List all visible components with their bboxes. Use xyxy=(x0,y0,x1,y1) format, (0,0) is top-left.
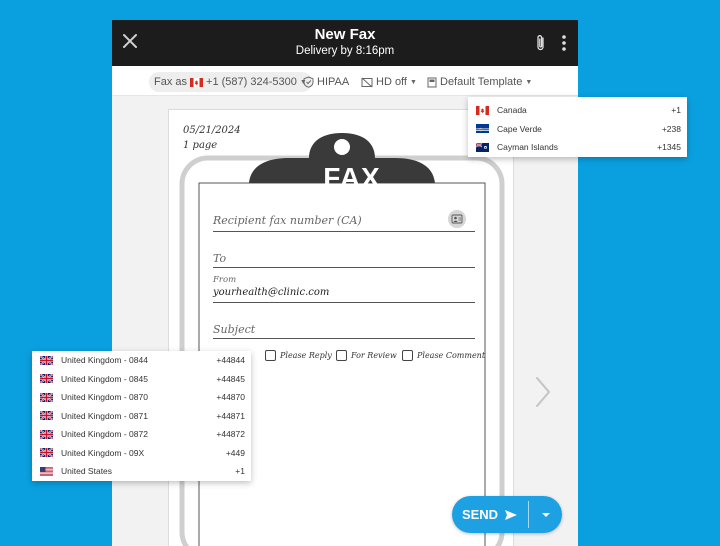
hd-off-icon xyxy=(361,77,373,87)
uk-flag-icon xyxy=(40,411,53,420)
uk-flag-icon xyxy=(40,356,53,365)
paperclip-icon[interactable] xyxy=(534,34,548,52)
fax-as-number: +1 (587) 324-5300 xyxy=(206,76,297,88)
country-code: +449 xyxy=(225,447,245,458)
country-option-uk-0872[interactable]: United Kingdom - 0872 +44872 xyxy=(32,425,251,444)
send-button[interactable]: SEND xyxy=(452,496,528,533)
template-icon xyxy=(427,77,437,87)
shield-icon xyxy=(303,76,314,88)
for-review-label: For Review xyxy=(351,351,397,360)
country-code: +1 xyxy=(671,105,681,116)
us-flag-icon xyxy=(40,467,53,476)
checkbox-box[interactable] xyxy=(265,350,276,361)
checkbox-box[interactable] xyxy=(336,350,347,361)
country-option-uk-0844[interactable]: United Kingdom - 0844 +44844 xyxy=(32,351,251,370)
chevron-right-icon[interactable] xyxy=(533,375,553,409)
country-name: United Kingdom - 0844 xyxy=(61,355,148,366)
page-title: New Fax xyxy=(314,26,376,43)
fax-heading: FAX xyxy=(323,162,381,193)
fax-as-selector[interactable]: Fax as +1 (587) 324-5300 ▼ xyxy=(149,72,312,92)
delivery-time: Delivery by 8:16pm xyxy=(295,45,395,57)
country-code: +44871 xyxy=(216,410,245,421)
country-code: +1 xyxy=(235,466,245,477)
country-option-cayman-islands[interactable]: Cayman Islands +1345 xyxy=(468,138,687,157)
title-bar: New Fax Delivery by 8:16pm xyxy=(112,20,578,66)
fax-as-label: Fax as xyxy=(154,76,188,88)
toolbar: Fax as +1 (587) 324-5300 ▼ HIPAA HD off … xyxy=(112,66,578,96)
hipaa-toggle[interactable]: HIPAA xyxy=(303,72,349,92)
country-code: +44872 xyxy=(216,429,245,440)
country-dropdown-left: United Kingdom - 0844 +44844 United King… xyxy=(32,351,251,481)
country-name: United Kingdom - 0845 xyxy=(61,373,148,384)
uk-flag-icon xyxy=(40,448,53,457)
add-contact-button[interactable] xyxy=(448,210,466,228)
uk-flag-icon xyxy=(40,393,53,402)
more-options-icon[interactable] xyxy=(558,33,570,53)
hipaa-label: HIPAA xyxy=(317,76,350,88)
country-option-canada[interactable]: Canada +1 xyxy=(468,101,687,120)
country-option-united-states[interactable]: United States +1 xyxy=(32,462,251,481)
country-dropdown-top: Canada +1 Cape Verde +238 Cayman Islands… xyxy=(468,97,687,157)
send-button-group: SEND xyxy=(452,496,562,533)
from-input[interactable]: yourhealth@clinic.com xyxy=(213,287,475,303)
contact-icon xyxy=(451,214,463,224)
country-name: Canada xyxy=(497,105,527,116)
country-option-uk-09x[interactable]: United Kingdom - 09X +449 xyxy=(32,444,251,463)
country-name: United Kingdom - 09X xyxy=(61,447,145,458)
cape-verde-flag-icon xyxy=(476,124,489,133)
please-reply-label: Please Reply xyxy=(280,351,332,360)
caret-down-icon xyxy=(541,512,550,517)
send-options-button[interactable] xyxy=(529,496,562,533)
uk-flag-icon xyxy=(40,374,53,383)
chevron-down-icon: ▼ xyxy=(525,78,533,86)
country-option-cape-verde[interactable]: Cape Verde +238 xyxy=(468,120,687,139)
country-name: Cape Verde xyxy=(497,123,542,134)
template-selector[interactable]: Default Template ▼ xyxy=(427,72,532,92)
for-review-checkbox[interactable]: For Review xyxy=(336,350,397,361)
country-name: United Kingdom - 0871 xyxy=(61,410,148,421)
checkbox-box[interactable] xyxy=(402,350,413,361)
please-comment-label: Please Comment xyxy=(417,351,486,360)
country-code: +44870 xyxy=(216,392,245,403)
country-code: +238 xyxy=(661,123,681,134)
country-name: United States xyxy=(61,466,113,477)
hd-label: HD off xyxy=(376,76,407,88)
uk-flag-icon xyxy=(40,430,53,439)
country-option-uk-0870[interactable]: United Kingdom - 0870 +44870 xyxy=(32,388,251,407)
send-label: SEND xyxy=(461,507,499,522)
recipient-fax-input[interactable]: Recipient fax number (CA) xyxy=(213,214,475,232)
please-comment-checkbox[interactable]: Please Comment xyxy=(402,350,485,361)
country-name: United Kingdom - 0872 xyxy=(61,429,148,440)
subject-input[interactable]: Subject xyxy=(213,323,475,339)
canada-flag-icon xyxy=(476,106,489,115)
to-input[interactable]: To xyxy=(213,252,475,268)
chevron-down-icon: ▼ xyxy=(409,78,417,86)
cayman-islands-flag-icon xyxy=(476,143,489,152)
country-code: +44845 xyxy=(216,373,245,384)
please-reply-checkbox[interactable]: Please Reply xyxy=(265,350,332,361)
country-name: United Kingdom - 0870 xyxy=(61,392,148,403)
country-option-uk-0845[interactable]: United Kingdom - 0845 +44845 xyxy=(32,370,251,389)
country-name: Cayman Islands xyxy=(497,142,558,153)
from-label: From xyxy=(213,275,237,285)
canada-flag-icon xyxy=(190,78,203,87)
country-option-uk-0871[interactable]: United Kingdom - 0871 +44871 xyxy=(32,407,251,426)
send-icon xyxy=(505,509,518,520)
country-code: +44844 xyxy=(216,355,245,366)
template-label: Default Template xyxy=(440,76,523,88)
hd-toggle[interactable]: HD off ▼ xyxy=(361,72,417,92)
country-code: +1345 xyxy=(657,142,681,153)
